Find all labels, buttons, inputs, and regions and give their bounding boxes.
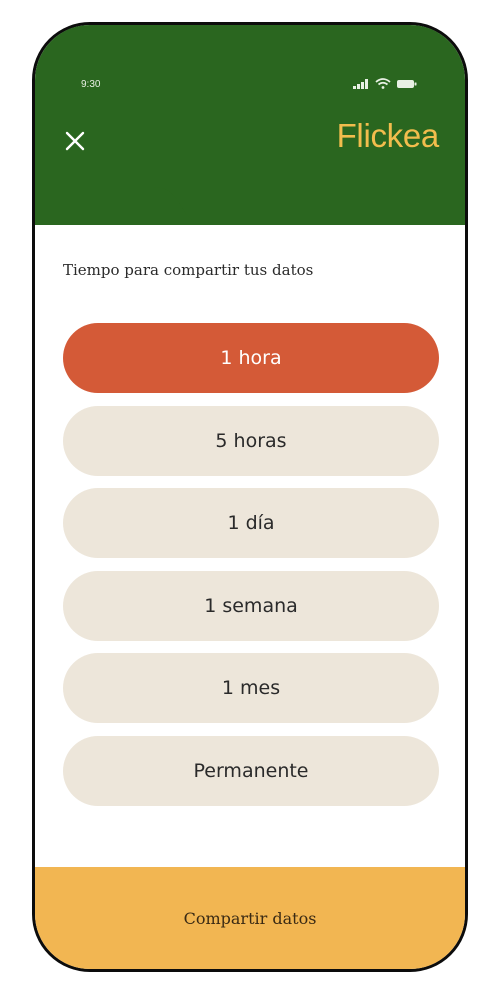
option-label: 1 hora [220,347,282,369]
header-wave [35,185,465,225]
status-time: 9:30 [81,79,101,90]
option-1-mes[interactable]: 1 mes [63,653,439,723]
option-label: 1 semana [204,595,298,617]
share-data-button[interactable]: Compartir datos [35,867,465,969]
phone-frame: 9:30 Flickea Tiempo para compartir tus d… [32,22,468,972]
option-5-horas[interactable]: 5 horas [63,406,439,476]
option-label: 1 día [227,512,275,534]
battery-icon [397,79,417,88]
wifi-icon [375,78,391,89]
option-permanente[interactable]: Permanente [63,736,439,806]
status-icons [353,78,417,89]
option-label: 1 mes [221,677,281,699]
option-label: 5 horas [215,430,287,452]
share-data-label: Compartir datos [183,908,317,928]
option-1-semana[interactable]: 1 semana [63,571,439,641]
close-button[interactable] [63,129,87,153]
brand-logo: Flickea [336,117,440,154]
option-label: Permanente [193,760,309,782]
option-1-dia[interactable]: 1 día [63,488,439,558]
option-1-hora[interactable]: 1 hora [63,323,439,393]
subtitle: Tiempo para compartir tus datos [63,261,314,279]
signal-icon [353,78,368,89]
close-icon [65,131,85,151]
